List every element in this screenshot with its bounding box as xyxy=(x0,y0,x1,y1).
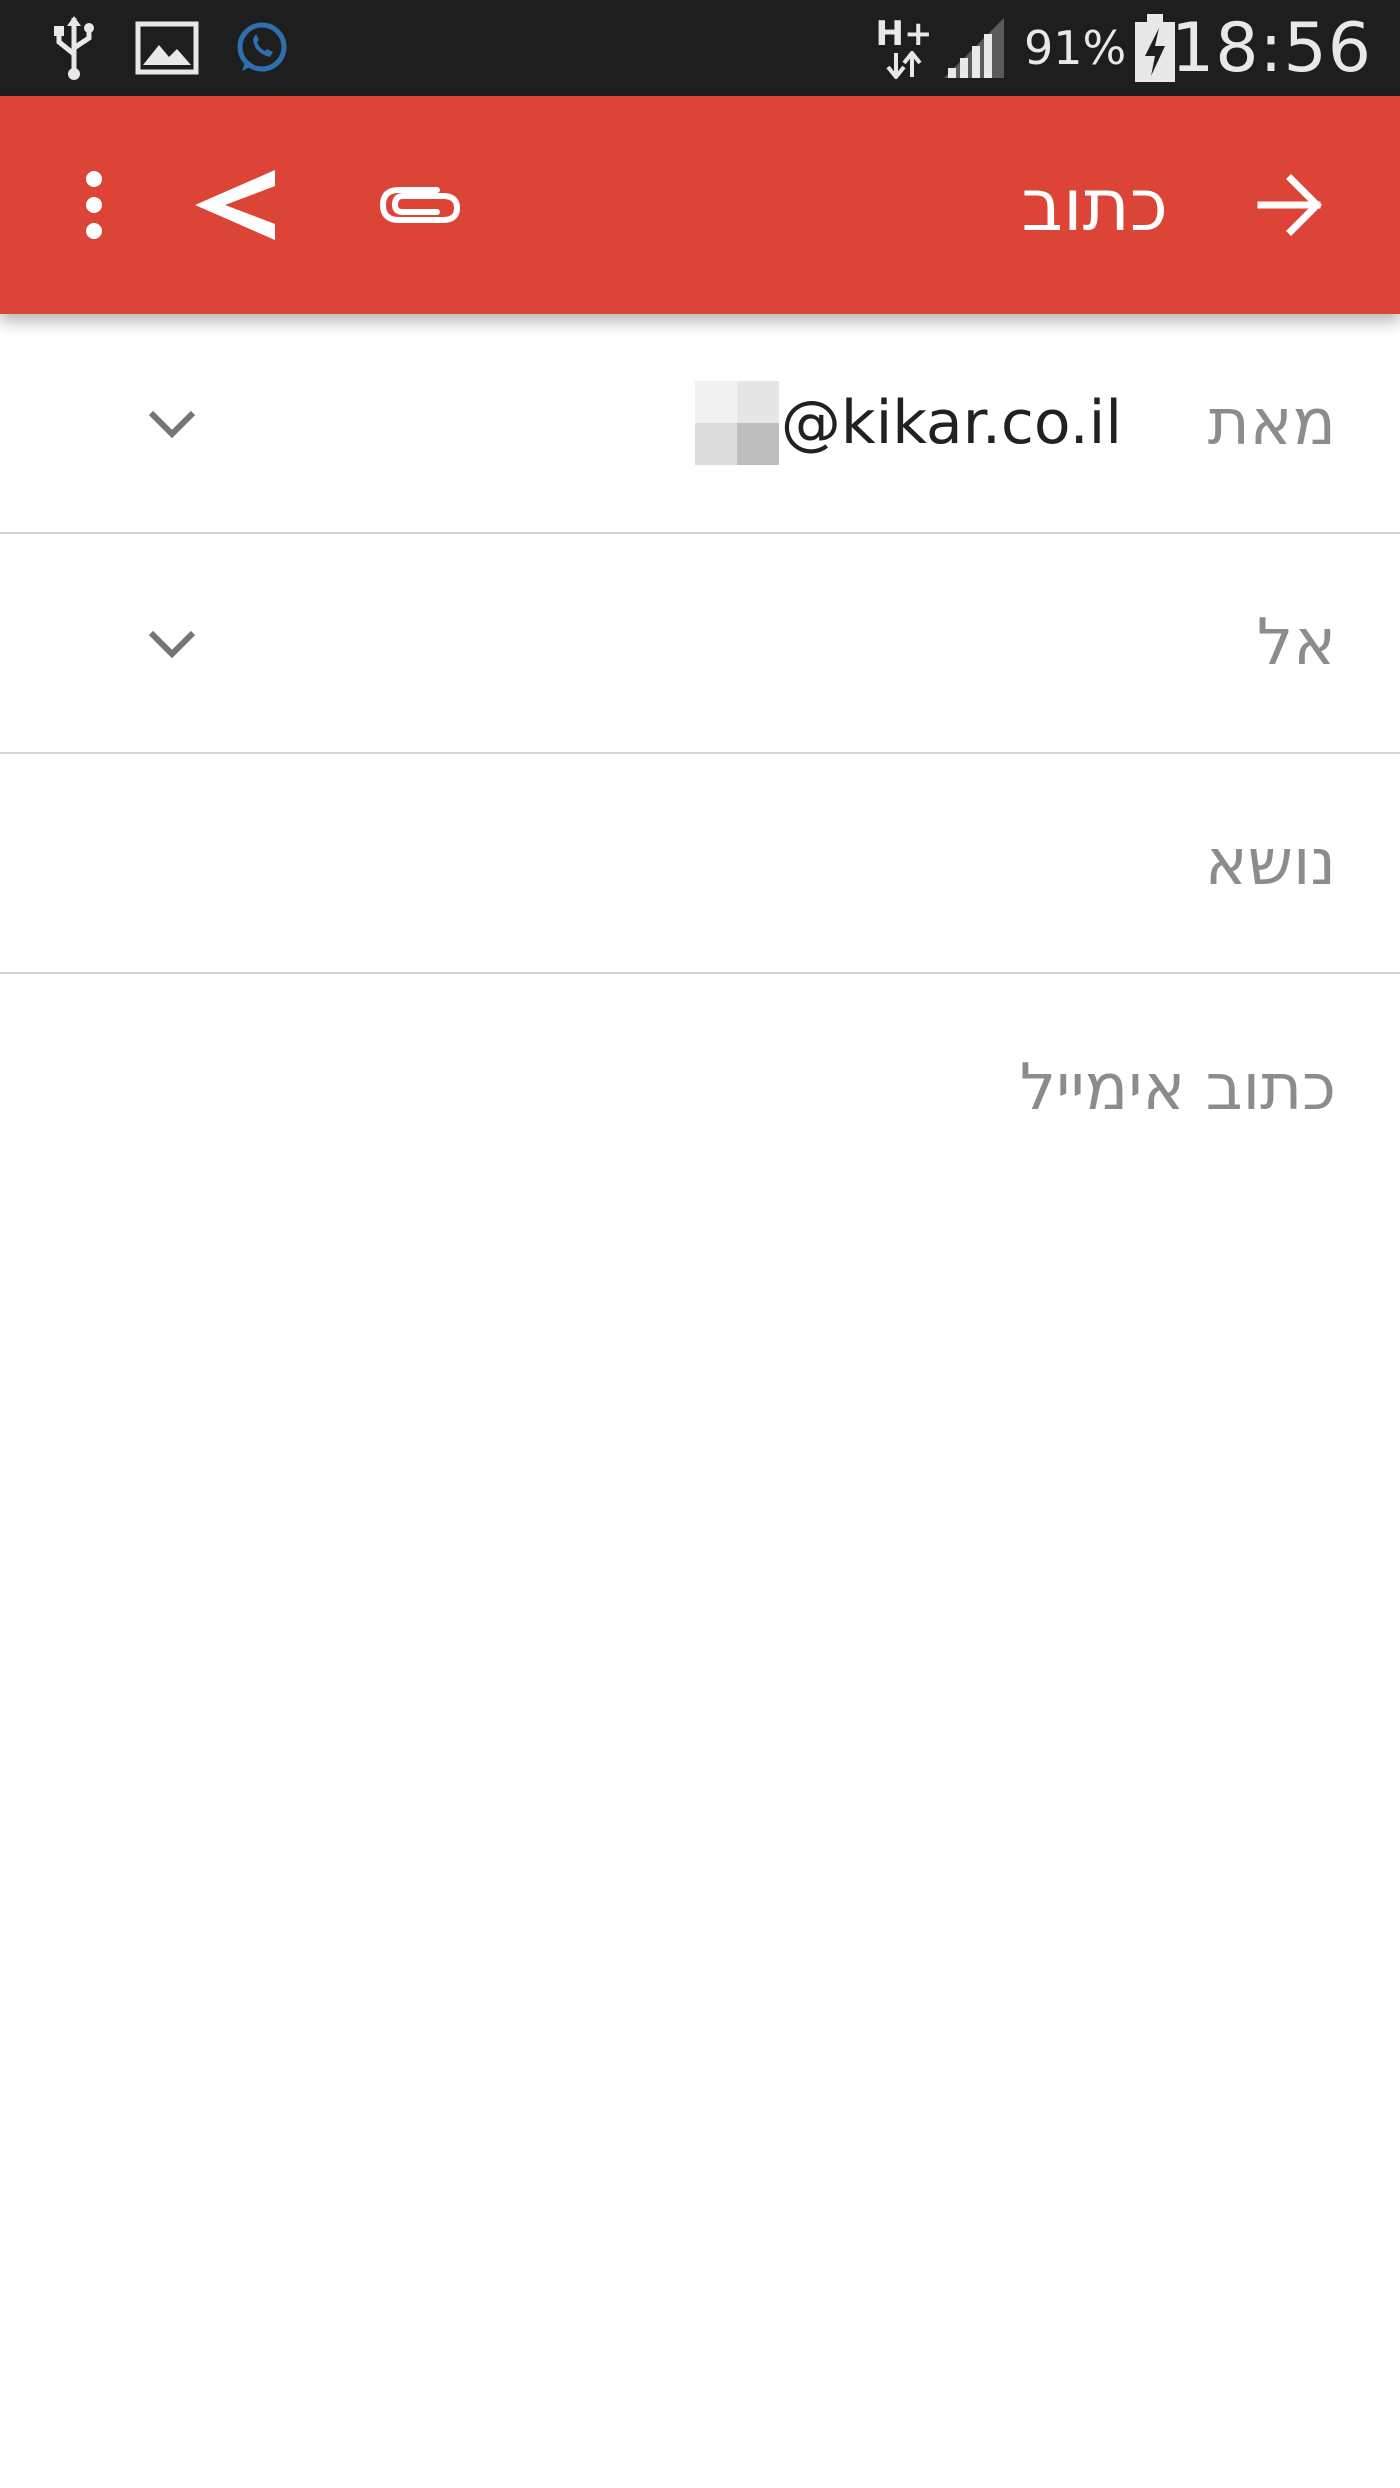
page-title: כתוב xyxy=(1021,163,1168,247)
attach-button[interactable] xyxy=(372,96,468,314)
status-bar: H+ 91% 18:56 xyxy=(0,0,1400,96)
network-type: H+ xyxy=(875,14,933,54)
back-button[interactable] xyxy=(1248,96,1332,314)
usb-icon xyxy=(44,0,104,96)
status-time: 18:56 xyxy=(1171,8,1372,88)
send-icon xyxy=(195,170,275,240)
app-bar: כתוב xyxy=(0,96,1400,314)
subject-row xyxy=(0,754,1400,974)
back-arrow-icon xyxy=(1257,174,1322,236)
whatsapp-icon xyxy=(230,0,292,96)
from-address: @kikar.co.il xyxy=(694,314,1122,532)
subject-input[interactable] xyxy=(136,754,1336,972)
chevron-down-icon xyxy=(148,630,196,659)
send-button[interactable] xyxy=(180,96,290,314)
overflow-menu-button[interactable] xyxy=(56,96,132,314)
from-domain: @kikar.co.il xyxy=(780,388,1122,458)
from-label: מאת xyxy=(1207,386,1336,460)
to-label: אל xyxy=(1256,606,1336,680)
attach-icon xyxy=(379,187,461,223)
overflow-menu-icon xyxy=(86,171,102,239)
to-row[interactable]: אל xyxy=(0,534,1400,754)
gallery-icon xyxy=(134,0,200,96)
battery-percent: 91% xyxy=(1024,21,1127,75)
from-row[interactable]: מאת @kikar.co.il xyxy=(0,314,1400,534)
chevron-down-icon xyxy=(148,410,196,439)
redacted-username xyxy=(694,381,779,465)
to-dropdown-button[interactable] xyxy=(140,534,204,752)
from-dropdown-button[interactable] xyxy=(140,314,204,532)
network-icon: H+ xyxy=(874,0,934,96)
signal-icon xyxy=(940,0,1008,96)
email-body-input[interactable] xyxy=(66,1040,1336,2440)
